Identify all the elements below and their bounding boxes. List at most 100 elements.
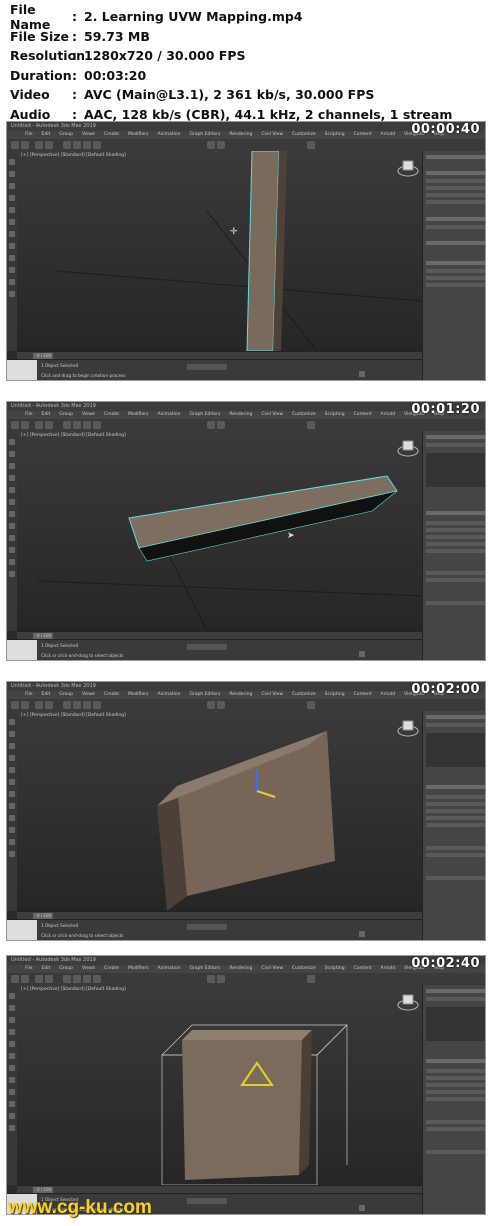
tool-icon[interactable] bbox=[9, 1125, 15, 1131]
tool-icon[interactable] bbox=[9, 255, 15, 261]
tool-icon[interactable] bbox=[9, 1005, 15, 1011]
menu-graph-editors[interactable]: Graph Editors bbox=[189, 132, 220, 137]
menu-views[interactable]: Views bbox=[82, 412, 95, 417]
redo-icon[interactable] bbox=[21, 701, 29, 709]
panel-tabs[interactable] bbox=[426, 715, 485, 719]
menu-rendering[interactable]: Rendering bbox=[229, 132, 252, 137]
maxscript-listener[interactable] bbox=[7, 920, 37, 940]
menu-graph-editors[interactable]: Graph Editors bbox=[189, 966, 220, 971]
menu-group[interactable]: Group bbox=[59, 412, 73, 417]
rotate-icon[interactable] bbox=[83, 701, 91, 709]
tool-icon[interactable] bbox=[9, 1041, 15, 1047]
panel-tabs[interactable] bbox=[426, 989, 485, 993]
name-color-rollout[interactable] bbox=[426, 217, 485, 221]
command-panel[interactable] bbox=[422, 151, 485, 380]
panel-row[interactable] bbox=[426, 846, 485, 850]
panel-row[interactable] bbox=[426, 1150, 485, 1154]
menu-file[interactable]: File bbox=[25, 412, 33, 417]
menu-arnold[interactable]: Arnold bbox=[381, 966, 396, 971]
modifier-stack[interactable] bbox=[426, 733, 485, 767]
redo-icon[interactable] bbox=[21, 421, 29, 429]
scale-icon[interactable] bbox=[93, 975, 101, 983]
snap-icon[interactable] bbox=[207, 701, 215, 709]
panel-row[interactable] bbox=[426, 876, 485, 880]
undo-icon[interactable] bbox=[11, 975, 19, 983]
link-icon[interactable] bbox=[35, 701, 43, 709]
redo-icon[interactable] bbox=[21, 975, 29, 983]
panel-row[interactable] bbox=[426, 571, 485, 575]
creation-method-rollout[interactable] bbox=[426, 241, 485, 245]
snap-icon[interactable] bbox=[207, 141, 215, 149]
move-icon[interactable] bbox=[73, 701, 81, 709]
menu-scripting[interactable]: Scripting bbox=[325, 412, 345, 417]
tool-icon[interactable] bbox=[9, 231, 15, 237]
panel-row[interactable] bbox=[426, 1076, 485, 1080]
menu-scripting[interactable]: Scripting bbox=[325, 692, 345, 697]
object-type-rollout[interactable] bbox=[426, 171, 485, 175]
tool-icon[interactable] bbox=[9, 767, 15, 773]
viewcube-icon[interactable] bbox=[397, 991, 419, 1013]
parameters-rollout[interactable] bbox=[426, 511, 485, 515]
angle-snap-icon[interactable] bbox=[217, 975, 225, 983]
angle-snap-icon[interactable] bbox=[217, 141, 225, 149]
tool-icon[interactable] bbox=[9, 279, 15, 285]
select-icon[interactable] bbox=[63, 701, 71, 709]
panel-row[interactable] bbox=[426, 528, 485, 532]
panel-row[interactable] bbox=[426, 521, 485, 525]
link-icon[interactable] bbox=[35, 975, 43, 983]
tool-icon[interactable] bbox=[9, 803, 15, 809]
menu-file[interactable]: File bbox=[25, 966, 33, 971]
panel-row[interactable] bbox=[426, 276, 485, 280]
render-icon[interactable] bbox=[307, 701, 315, 709]
panel-row[interactable] bbox=[426, 186, 485, 190]
menu-customize[interactable]: Customize bbox=[292, 692, 316, 697]
modifier-list-dropdown[interactable] bbox=[426, 723, 485, 727]
panel-row[interactable] bbox=[426, 535, 485, 539]
tool-icon[interactable] bbox=[9, 535, 15, 541]
menu-civil-view[interactable]: Civil View bbox=[261, 692, 283, 697]
rotate-icon[interactable] bbox=[83, 975, 91, 983]
tool-icon[interactable] bbox=[9, 1017, 15, 1023]
panel-tabs[interactable] bbox=[426, 435, 485, 439]
modifier-list-dropdown[interactable] bbox=[426, 997, 485, 1001]
menu-arnold[interactable]: Arnold bbox=[381, 692, 396, 697]
play-icon[interactable] bbox=[359, 931, 365, 937]
tool-icon[interactable] bbox=[9, 159, 15, 165]
menu-modifiers[interactable]: Modifiers bbox=[128, 692, 149, 697]
render-icon[interactable] bbox=[307, 975, 315, 983]
coordinate-field[interactable] bbox=[187, 644, 227, 650]
panel-row[interactable] bbox=[426, 1097, 485, 1101]
angle-snap-icon[interactable] bbox=[217, 421, 225, 429]
menu-group[interactable]: Group bbox=[59, 966, 73, 971]
menu-modifiers[interactable]: Modifiers bbox=[128, 412, 149, 417]
panel-row[interactable] bbox=[426, 601, 485, 605]
maxscript-listener[interactable] bbox=[7, 640, 37, 660]
redo-icon[interactable] bbox=[21, 141, 29, 149]
move-icon[interactable] bbox=[73, 141, 81, 149]
tool-icon[interactable] bbox=[9, 827, 15, 833]
coordinate-field[interactable] bbox=[187, 364, 227, 370]
menu-content[interactable]: Content bbox=[354, 966, 372, 971]
menu-arnold[interactable]: Arnold bbox=[381, 412, 396, 417]
unlink-icon[interactable] bbox=[45, 141, 53, 149]
menu-animation[interactable]: Animation bbox=[157, 966, 180, 971]
command-panel[interactable] bbox=[422, 985, 485, 1214]
coordinate-field[interactable] bbox=[187, 1198, 227, 1204]
menu-civil-view[interactable]: Civil View bbox=[261, 412, 283, 417]
tool-icon[interactable] bbox=[9, 993, 15, 999]
tool-icon[interactable] bbox=[9, 1029, 15, 1035]
tool-icon[interactable] bbox=[9, 475, 15, 481]
parameters-rollout[interactable] bbox=[426, 261, 485, 265]
panel-row[interactable] bbox=[426, 795, 485, 799]
tool-icon[interactable] bbox=[9, 171, 15, 177]
viewcube-icon[interactable] bbox=[397, 437, 419, 459]
tool-icon[interactable] bbox=[9, 487, 15, 493]
select-icon[interactable] bbox=[63, 421, 71, 429]
menu-content[interactable]: Content bbox=[354, 692, 372, 697]
modifier-stack[interactable] bbox=[426, 1007, 485, 1041]
tool-icon[interactable] bbox=[9, 571, 15, 577]
tool-icon[interactable] bbox=[9, 523, 15, 529]
panel-row[interactable] bbox=[426, 193, 485, 197]
menu-customize[interactable]: Customize bbox=[292, 966, 316, 971]
unlink-icon[interactable] bbox=[45, 421, 53, 429]
